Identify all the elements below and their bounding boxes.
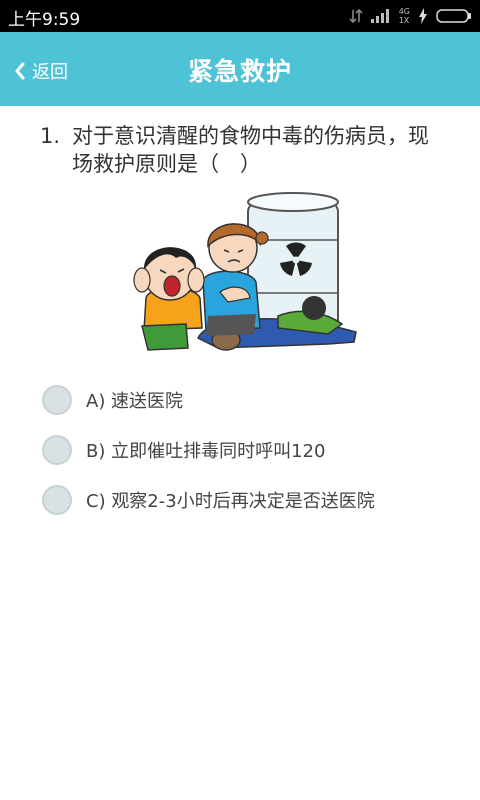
app-bar: 返回 紧急救护	[0, 32, 480, 106]
status-bar: 上午9:59 4G 1X	[0, 0, 480, 32]
charging-icon	[419, 8, 427, 24]
data-transfer-icon	[349, 9, 363, 23]
option-a[interactable]: A) 速送医院	[42, 382, 183, 418]
question: 1. 对于意识清醒的食物中毒的伤病员，现场救护原则是（ ）	[40, 122, 440, 178]
radio-b[interactable]	[42, 435, 72, 465]
question-illustration	[133, 192, 357, 351]
signal-bars-icon	[370, 9, 389, 23]
page-title: 紧急救护	[187, 57, 292, 86]
option-label: A) 速送医院	[86, 391, 184, 412]
option-label: C) 观察2-3小时后再决定是否送医院	[86, 491, 375, 512]
option-b[interactable]: B) 立即催吐排毒同时呼叫120	[42, 432, 325, 468]
option-label: B) 立即催吐排毒同时呼叫120	[86, 441, 326, 462]
option-c[interactable]: C) 观察2-3小时后再决定是否送医院	[42, 482, 375, 518]
question-number: 1.	[40, 124, 61, 148]
boy-figure	[133, 247, 205, 351]
status-icons: 4G 1X	[349, 6, 472, 26]
battery-icon	[436, 9, 471, 23]
radio-a[interactable]	[42, 385, 72, 415]
question-text: 对于意识清醒的食物中毒的伤病员，现场救护原则是（ ）	[72, 124, 429, 176]
network-type-icon: 4G 1X	[398, 7, 410, 25]
radio-c[interactable]	[42, 485, 72, 515]
status-time: 上午9:59	[8, 10, 81, 30]
